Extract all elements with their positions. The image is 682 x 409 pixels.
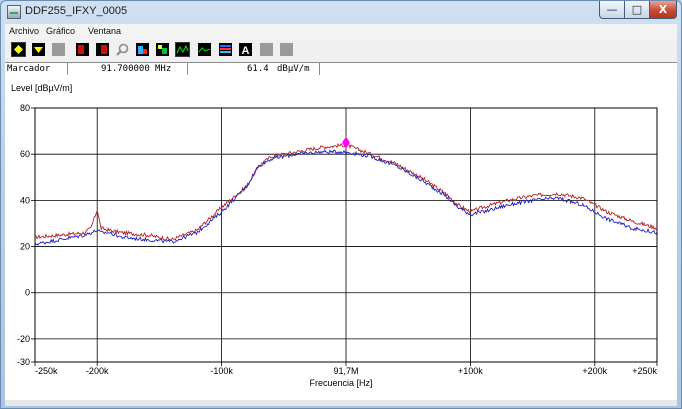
status-divider bbox=[187, 63, 188, 75]
status-frequency-unit: MHz bbox=[155, 64, 172, 74]
x-tick-label: +100k bbox=[458, 366, 483, 376]
menu-bar: Archivo Gráfico Ventana bbox=[5, 24, 677, 40]
spectrum-a-icon bbox=[136, 43, 149, 56]
svg-text:A: A bbox=[242, 45, 250, 56]
status-divider bbox=[319, 63, 320, 75]
magnifier-icon bbox=[116, 43, 129, 56]
text-a-icon: A bbox=[239, 43, 252, 56]
red-bar-button[interactable] bbox=[75, 42, 90, 57]
waterfall-button[interactable] bbox=[218, 42, 233, 57]
y-tick-label: 20 bbox=[20, 242, 30, 252]
y-tick-label: -20 bbox=[17, 334, 30, 344]
plot-area[interactable]: Level [dBµV/m] Frecuencia [Hz] 80 60 40 20 0… bbox=[5, 76, 677, 400]
red-bar-icon bbox=[76, 43, 89, 56]
disabled-button-2[interactable] bbox=[259, 42, 274, 57]
spectrum-b-button[interactable] bbox=[155, 42, 170, 57]
blank-icon bbox=[260, 43, 273, 56]
trace-view-button[interactable] bbox=[175, 42, 190, 57]
close-button[interactable]: X bbox=[649, 1, 677, 19]
marker-up-icon bbox=[12, 43, 25, 56]
spectrum-b-icon bbox=[156, 43, 169, 56]
x-tick-label: -250k bbox=[35, 366, 58, 376]
y-tick-label: 0 bbox=[25, 288, 30, 298]
status-bar: Marcador 91.700000 MHz 61.4 dBμV/m bbox=[5, 62, 677, 77]
window-title: DDF255_IFXY_0005 bbox=[25, 5, 128, 17]
blank-icon bbox=[52, 43, 65, 56]
menu-archivo[interactable]: Archivo bbox=[9, 26, 39, 36]
status-label: Marcador bbox=[7, 64, 51, 74]
trace-green-button[interactable] bbox=[197, 42, 212, 57]
trace-green-icon bbox=[198, 43, 211, 56]
minimize-button[interactable]: — bbox=[599, 1, 625, 19]
red-bar-alt-icon bbox=[96, 43, 109, 56]
status-divider bbox=[67, 63, 68, 75]
y-tick-label: 40 bbox=[20, 195, 30, 205]
y-tick-label: 60 bbox=[20, 149, 30, 159]
marker-up-button[interactable] bbox=[11, 42, 26, 57]
zoom-button[interactable] bbox=[115, 42, 130, 57]
blank-icon bbox=[280, 43, 293, 56]
title-bar[interactable]: DDF255_IFXY_0005 — □ X bbox=[1, 1, 681, 23]
disabled-button-1[interactable] bbox=[51, 42, 66, 57]
trace-view-icon bbox=[176, 43, 189, 56]
x-tick-label: 91,7M bbox=[333, 366, 358, 376]
maximize-button[interactable]: □ bbox=[624, 1, 650, 19]
marker-down-icon bbox=[32, 43, 45, 56]
red-bar-alt-button[interactable] bbox=[95, 42, 110, 57]
status-level-unit: dBμV/m bbox=[277, 64, 310, 74]
text-button[interactable]: A bbox=[238, 42, 253, 57]
status-frequency: 91.700000 bbox=[101, 64, 150, 74]
app-icon bbox=[7, 5, 21, 19]
menu-ventana[interactable]: Ventana bbox=[88, 26, 121, 36]
x-tick-label: +250k bbox=[632, 366, 657, 376]
y-tick-label: 80 bbox=[20, 103, 30, 113]
spectrum-chart[interactable]: Level [dBµV/m] Frecuencia [Hz] 80 60 40 20 0… bbox=[5, 76, 677, 400]
y-tick-label: -30 bbox=[17, 357, 30, 367]
x-tick-label: +200k bbox=[582, 366, 607, 376]
x-tick-label: -100k bbox=[210, 366, 233, 376]
y-axis-label: Level [dBµV/m] bbox=[11, 83, 72, 93]
marker-down-button[interactable] bbox=[31, 42, 46, 57]
app-window: DDF255_IFXY_0005 — □ X Archivo Gráfico V… bbox=[0, 0, 682, 409]
status-level: 61.4 bbox=[247, 64, 269, 74]
waterfall-icon bbox=[219, 43, 232, 56]
spectrum-a-button[interactable] bbox=[135, 42, 150, 57]
toolbar: A bbox=[5, 39, 677, 62]
tick-labels: 80 60 40 20 0 -20 -30 -250k -200k -100k 91,7M +100k… bbox=[17, 103, 658, 376]
bottom-strip bbox=[5, 400, 677, 406]
x-tick-label: -200k bbox=[86, 366, 109, 376]
menu-grafico[interactable]: Gráfico bbox=[46, 26, 75, 36]
disabled-button-3[interactable] bbox=[279, 42, 294, 57]
x-axis-label: Frecuencia [Hz] bbox=[309, 378, 372, 388]
